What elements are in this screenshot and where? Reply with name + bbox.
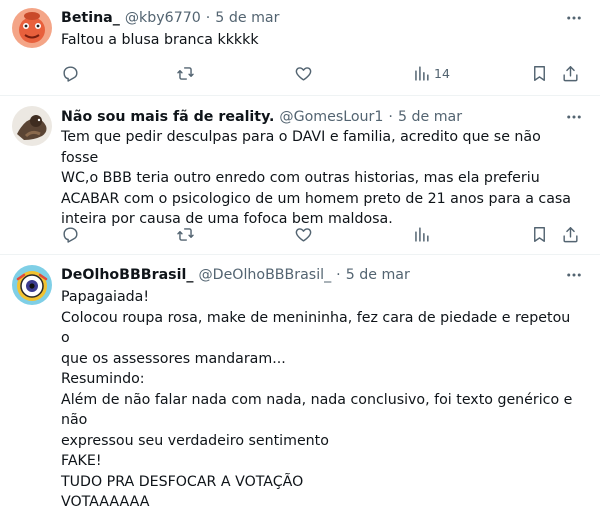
like-button[interactable] [294,62,313,84]
tweet-text: Tem que pedir desculpas para o DAVI e fa… [61,127,582,230]
views-button[interactable] [412,223,431,245]
tweet[interactable]: DeOlhoBBBrasil_ @DeOlhoBBBrasil_ · 5 de … [0,255,600,510]
tweet[interactable]: Não sou mais fã de reality. @GomesLour1 … [0,96,600,255]
tweet-date[interactable]: 5 de mar [398,107,462,127]
tweet-text-line: expressou seu verdadeiro sentimento [61,432,329,449]
bookmark-icon [534,226,545,242]
tweet-text-line: que os assessores mandaram... [61,350,286,367]
retweet-icon [177,66,194,80]
bookmark-icon [534,65,545,81]
tweet-text-line: Tem que pedir desculpas para o DAVI e fa… [61,129,546,166]
display-name[interactable]: Betina_ [61,8,120,28]
tweet-header: Betina_ @kby6770 · 5 de mar [61,7,590,29]
tweet[interactable]: Betina_ @kby6770 · 5 de mar Faltou a blu… [0,0,600,96]
tweet-text-line: FAKE! [61,453,102,469]
tweet-date[interactable]: 5 de mar [346,265,410,285]
views-icon [415,65,429,81]
like-button[interactable] [294,223,313,245]
like-icon [295,227,312,242]
display-name[interactable]: Não sou mais fã de reality. [61,107,274,127]
bookmark-button[interactable] [530,223,549,245]
more-icon[interactable] [564,265,584,285]
views-count: 14 [434,65,450,81]
more-icon[interactable] [564,107,584,127]
tweet-text-line: Além de não falar nada com nada, nada co… [61,391,577,429]
avatar[interactable] [12,265,52,305]
more-icon[interactable] [564,8,584,28]
reply-icon [63,65,78,82]
tweet-text-line: ACABAR com o psicologico de um homem pre… [61,190,571,207]
tweet-text: Papagaiada! Colocou roupa rosa, make de … [61,287,582,513]
share-icon [563,226,578,242]
retweet-icon [177,227,194,241]
user-handle[interactable]: @DeOlhoBBBrasil_ [198,265,331,285]
tweet-text: Faltou a blusa branca kkkkk [61,30,582,51]
user-handle[interactable]: @kby6770 [125,8,201,28]
separator-dot: · [388,109,393,125]
retweet-button[interactable] [176,62,195,84]
tweet-text-line: VOTAAAAAA [61,494,150,510]
views-icon [415,226,429,242]
like-icon [295,66,312,81]
tweet-header: Não sou mais fã de reality. @GomesLour1 … [61,106,590,128]
tweet-text-line: Colocou roupa rosa, make de menininha, f… [61,309,575,347]
avatar[interactable] [12,106,52,146]
avatar[interactable] [12,8,52,48]
separator-dot: · [336,267,341,283]
tweet-text-line: Resumindo: [61,371,145,387]
separator-dot: · [205,10,211,26]
reply-icon [63,226,78,243]
share-button[interactable] [561,62,580,84]
tweet-date[interactable]: 5 de mar [215,8,279,28]
tweet-text-line: TUDO PRA DESFOCAR A VOTAÇÃO [61,473,304,490]
bookmark-button[interactable] [530,62,549,84]
reply-button[interactable] [61,223,80,245]
tweet-text-line: Faltou a blusa branca kkkkk [61,32,259,48]
share-button[interactable] [561,223,580,245]
views-button[interactable]: 14 [412,62,450,84]
tweet-actions [0,223,600,247]
tweet-text-line: WC,o BBB teria outro enredo com outras h… [61,170,540,186]
tweet-text-line: Papagaiada! [61,289,150,305]
share-icon [563,65,578,81]
tweet-header: DeOlhoBBBrasil_ @DeOlhoBBBrasil_ · 5 de … [61,264,590,286]
retweet-button[interactable] [176,223,195,245]
reply-button[interactable] [61,62,80,84]
display-name[interactable]: DeOlhoBBBrasil_ [61,265,193,285]
user-handle[interactable]: @GomesLour1 [279,107,383,127]
tweet-actions: 14 [0,62,600,86]
